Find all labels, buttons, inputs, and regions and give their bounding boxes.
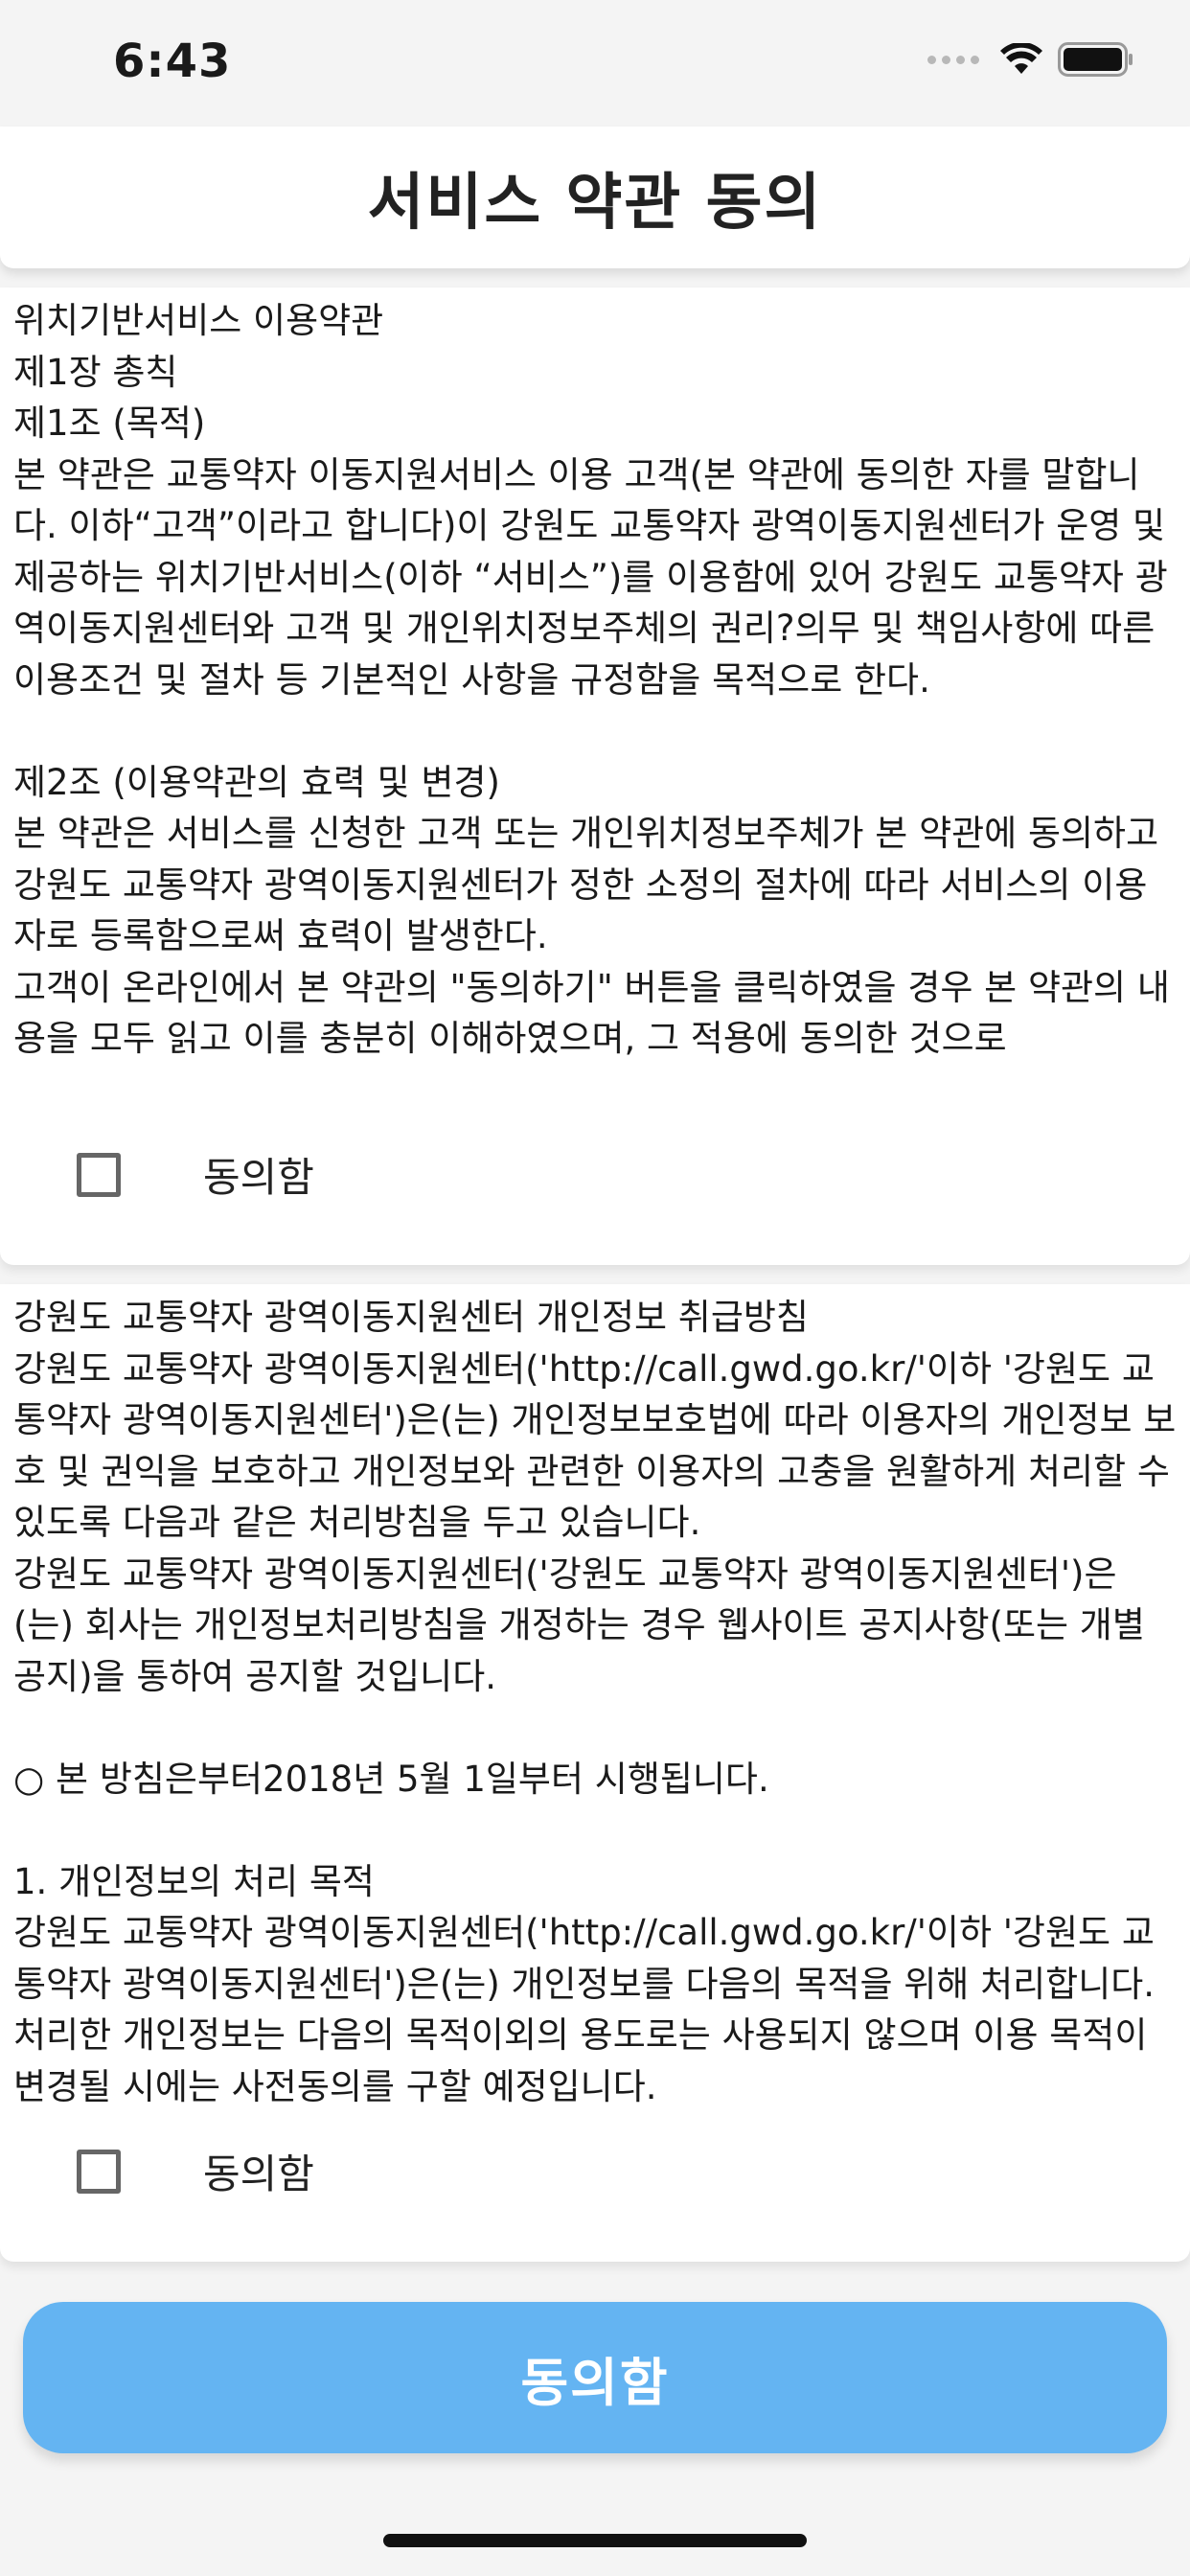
location-terms-text: 위치기반서비스 이용약관 제1장 총칙 제1조 (목적) 본 약관은 교통약자 … [13, 300, 1170, 1059]
location-terms-agree-label: 동의함 [203, 1154, 314, 1201]
location-terms-checkbox[interactable] [77, 1152, 121, 1197]
agree-button-label: 동의함 [520, 2352, 670, 2413]
status-icons [927, 42, 1134, 77]
header: 서비스 약관 동의 [0, 126, 1190, 268]
privacy-policy-card: 강원도 교통약자 광역이동지원센터 개인정보 취급방침 강원도 교통약자 광역이… [0, 1284, 1190, 2262]
location-terms-card: 위치기반서비스 이용약관 제1장 총칙 제1조 (목적) 본 약관은 교통약자 … [0, 288, 1190, 1265]
location-terms-scroll[interactable]: 위치기반서비스 이용약관 제1장 총칙 제1조 (목적) 본 약관은 교통약자 … [13, 295, 1177, 1108]
privacy-policy-agree-label: 동의함 [203, 2150, 314, 2197]
battery-icon [1058, 42, 1133, 77]
privacy-policy-text: 강원도 교통약자 광역이동지원센터 개인정보 취급방침 강원도 교통약자 광역이… [13, 1297, 1177, 2104]
wifi-icon [1000, 43, 1042, 74]
location-terms-agree-row[interactable]: 동의함 [77, 1145, 314, 1204]
home-indicator [383, 2534, 807, 2547]
agree-button[interactable]: 동의함 [23, 2302, 1167, 2453]
cellular-signal-icon [927, 55, 979, 64]
privacy-policy-checkbox[interactable] [77, 2149, 121, 2194]
status-bar: 6:43 [0, 0, 1190, 126]
privacy-policy-scroll[interactable]: 강원도 교통약자 광역이동지원센터 개인정보 취급방침 강원도 교통약자 광역이… [13, 1292, 1177, 2104]
page-title: 서비스 약관 동의 [367, 168, 823, 239]
privacy-policy-agree-row[interactable]: 동의함 [77, 2142, 314, 2200]
status-time: 6:43 [113, 34, 232, 88]
